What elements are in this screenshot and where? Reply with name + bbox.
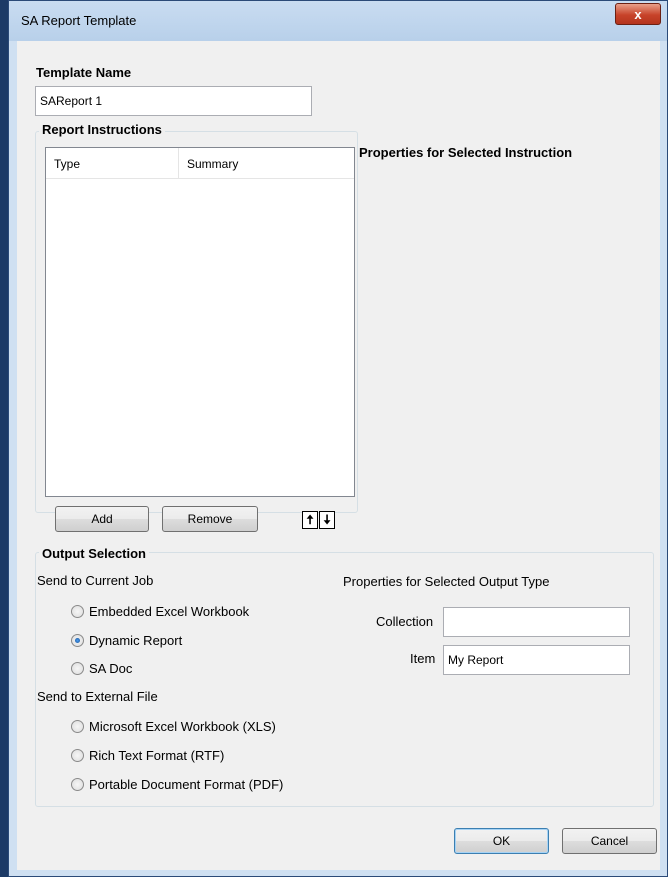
radio-button[interactable] [71, 634, 84, 647]
item-label: Item [410, 651, 436, 666]
dialog-client-area: Template Name SAReport 1 Report Instruct… [17, 41, 660, 870]
ok-button[interactable]: OK [454, 828, 549, 854]
collection-label: Collection [376, 614, 434, 629]
remove-button[interactable]: Remove [162, 506, 258, 532]
radio-label: Portable Document Format (PDF) [89, 777, 284, 792]
radio-label: Dynamic Report [89, 633, 183, 648]
report-instructions-caption: Report Instructions [39, 122, 165, 137]
dialog-window: SA Report Template x Template Name SARep… [8, 0, 668, 877]
item-value: My Report [448, 653, 504, 667]
radio-label: Microsoft Excel Workbook (XLS) [89, 719, 276, 734]
move-up-icon[interactable]: 🠅 [302, 511, 318, 529]
template-name-value: SAReport 1 [40, 94, 103, 108]
properties-selected-instruction-title: Properties for Selected Instruction [359, 145, 573, 160]
radio-button[interactable] [71, 662, 84, 675]
window-title: SA Report Template [21, 13, 137, 28]
radio-label: Rich Text Format (RTF) [89, 748, 225, 763]
item-input[interactable]: My Report [443, 645, 630, 675]
radio-button[interactable] [71, 720, 84, 733]
column-header-type[interactable]: Type [54, 157, 80, 171]
instructions-list[interactable]: Type Summary [45, 147, 355, 497]
move-down-icon[interactable]: 🠇 [319, 511, 335, 529]
template-name-input[interactable]: SAReport 1 [35, 86, 312, 116]
properties-output-type-title: Properties for Selected Output Type [343, 574, 550, 589]
list-header: Type Summary [46, 148, 354, 179]
title-bar[interactable]: SA Report Template x [9, 1, 667, 41]
output-selection-group [35, 552, 654, 807]
output-selection-caption: Output Selection [39, 546, 149, 561]
close-icon: x [634, 7, 642, 22]
radio-label: Embedded Excel Workbook [89, 604, 250, 619]
column-divider[interactable] [178, 148, 179, 178]
cancel-button[interactable]: Cancel [562, 828, 657, 854]
column-header-summary[interactable]: Summary [187, 157, 238, 171]
radio-label: SA Doc [89, 661, 133, 676]
radio-button[interactable] [71, 605, 84, 618]
send-to-current-job-label: Send to Current Job [37, 573, 154, 588]
template-name-label: Template Name [36, 65, 132, 80]
close-button[interactable]: x [615, 3, 661, 25]
send-to-external-file-label: Send to External File [37, 689, 158, 704]
add-button[interactable]: Add [55, 506, 149, 532]
radio-button[interactable] [71, 778, 84, 791]
collection-input[interactable] [443, 607, 630, 637]
radio-button[interactable] [71, 749, 84, 762]
